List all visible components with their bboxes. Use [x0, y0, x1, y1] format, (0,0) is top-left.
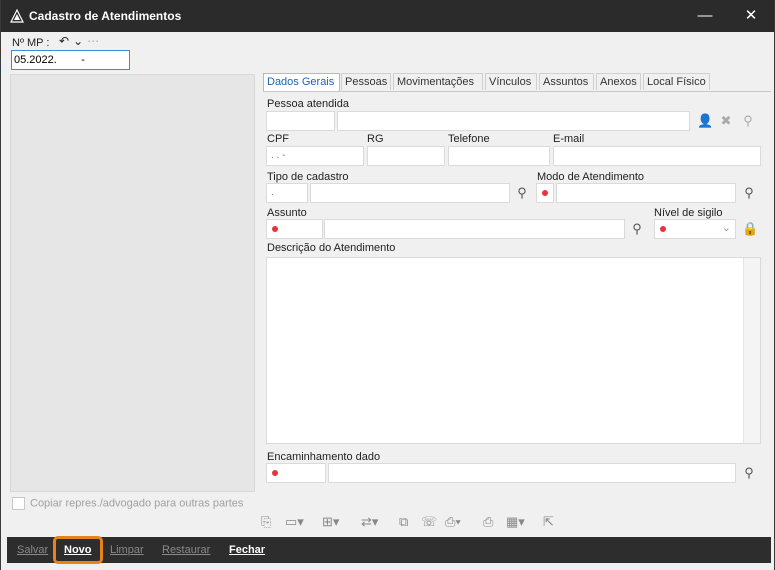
minimize-button[interactable]: — [682, 0, 728, 32]
assunto-nome-field[interactable] [324, 219, 625, 239]
printer-icon[interactable]: ⎙ [483, 514, 493, 530]
telefone-label: Telefone [448, 133, 490, 145]
descricao-textarea[interactable] [266, 257, 761, 444]
rg-field[interactable] [367, 146, 445, 166]
folder-icon[interactable]: ▭▾ [285, 514, 304, 530]
form-panel: Pessoa atendida 👤 ✖ ⚲ CPF RG Telefone E-… [263, 91, 771, 510]
tab-assuntos[interactable]: Assuntos [539, 73, 594, 90]
tab-dados-gerais[interactable]: Dados Gerais [263, 73, 340, 92]
remove-person-icon[interactable]: ✖ [718, 113, 734, 129]
search-encaminhamento-icon[interactable]: ⚲ [741, 465, 757, 481]
descricao-scrollbar[interactable] [743, 258, 760, 443]
tipo-cadastro-nome-field[interactable] [310, 183, 510, 203]
tab-movimentacoes[interactable]: Movimentações [393, 73, 483, 90]
app-logo-icon [10, 9, 24, 23]
novo-button[interactable]: Novo [53, 536, 103, 564]
parties-list-panel[interactable] [10, 74, 255, 492]
assunto-label: Assunto [267, 207, 307, 219]
search-modo-icon[interactable]: ⚲ [741, 185, 757, 201]
title-bar: Cadastro de Atendimentos — ✕ [1, 0, 774, 32]
tipo-cadastro-codigo-field[interactable]: . [266, 183, 308, 203]
print-icon[interactable]: ⎙▾ [445, 514, 461, 530]
descricao-label: Descrição do Atendimento [267, 242, 396, 254]
export-icon[interactable]: ⇱ [543, 514, 554, 530]
copy-checkbox-label: Copiar repres./advogado para outras part… [30, 497, 244, 510]
modo-atendimento-codigo-field[interactable] [536, 183, 554, 203]
pessoa-codigo-field[interactable] [266, 111, 335, 131]
encaminhamento-label: Encaminhamento dado [267, 451, 381, 463]
assunto-codigo-field[interactable] [266, 219, 323, 239]
encaminhamento-codigo-field[interactable] [266, 463, 326, 483]
phone-icon[interactable]: ☏ [421, 514, 437, 530]
tab-pessoas[interactable]: Pessoas [341, 73, 391, 90]
calendar-icon[interactable]: ▦▾ [506, 514, 525, 530]
modo-atendimento-label: Modo de Atendimento [537, 171, 645, 183]
pessoa-nome-field[interactable] [337, 111, 690, 131]
chevron-down-icon: ⌄ [721, 222, 731, 234]
fechar-button[interactable]: Fechar [229, 537, 265, 563]
add-person-icon[interactable]: 👤 [697, 113, 713, 129]
limpar-button[interactable]: Limpar [110, 537, 144, 563]
close-button[interactable]: ✕ [728, 0, 774, 32]
search-person-icon[interactable]: ⚲ [740, 113, 756, 129]
nivel-sigilo-label: Nível de sigilo [654, 207, 723, 219]
chevron-down-icon[interactable]: ⌄ [73, 34, 87, 48]
window-title: Cadastro de Atendimentos [29, 9, 182, 23]
tab-vinculos[interactable]: Vínculos [485, 73, 537, 90]
hierarchy-icon[interactable]: ⊞▾ [322, 514, 339, 530]
telefone-field[interactable] [448, 146, 550, 166]
copy-checkbox[interactable] [12, 497, 25, 510]
mp-icons: ↶⌄⋯ [59, 34, 103, 48]
new-document-icon[interactable]: ⎘ [261, 514, 271, 530]
nivel-sigilo-select[interactable]: ⌄ [654, 219, 736, 239]
transfer-icon[interactable]: ⇄▾ [361, 514, 378, 530]
rg-label: RG [367, 133, 384, 145]
copy-checkbox-row[interactable]: Copiar repres./advogado para outras part… [12, 497, 243, 510]
mp-label: Nº MP : [12, 37, 50, 49]
cpf-label: CPF [267, 133, 289, 145]
search-tipo-icon[interactable]: ⚲ [514, 185, 530, 201]
restaurar-button[interactable]: Restaurar [162, 537, 210, 563]
pessoa-atendida-label: Pessoa atendida [267, 98, 349, 110]
email-field[interactable] [553, 146, 761, 166]
more-icon[interactable]: ⋯ [87, 34, 103, 48]
bottom-button-bar: Salvar Novo Limpar Restaurar Fechar [7, 536, 771, 564]
salvar-button[interactable]: Salvar [17, 537, 48, 563]
cpf-field[interactable]: . . - [266, 146, 364, 166]
tab-anexos[interactable]: Anexos [596, 73, 641, 90]
encaminhamento-nome-field[interactable] [328, 463, 736, 483]
tipo-cadastro-label: Tipo de cadastro [267, 171, 349, 183]
copy-icon[interactable]: ⧉ [399, 514, 408, 530]
undo-icon[interactable]: ↶ [59, 34, 73, 48]
window: Cadastro de Atendimentos — ✕ Nº MP : ↶⌄⋯… [0, 0, 775, 570]
email-label: E-mail [553, 133, 585, 145]
mp-input[interactable] [11, 50, 130, 70]
search-assunto-icon[interactable]: ⚲ [629, 221, 645, 237]
modo-atendimento-nome-field[interactable] [556, 183, 736, 203]
tab-local-fisico[interactable]: Local Físico [643, 73, 710, 90]
lock-icon[interactable]: 🔒 [742, 221, 758, 237]
